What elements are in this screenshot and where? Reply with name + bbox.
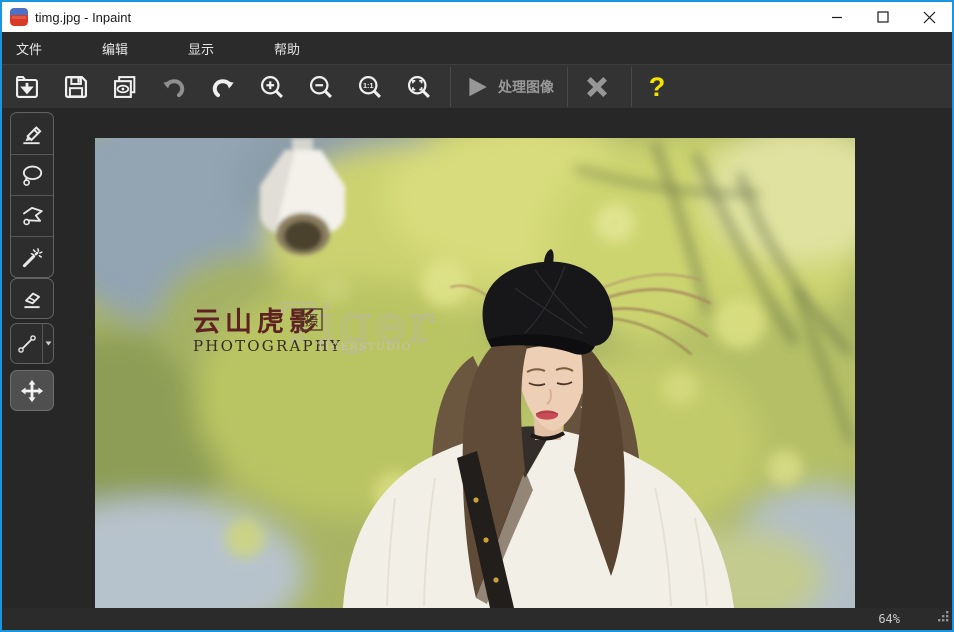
menu-view[interactable]: 显示: [186, 35, 216, 62]
toolbar-separator: [631, 67, 632, 107]
marker-icon: [19, 121, 45, 147]
redo-icon: [208, 72, 238, 102]
compare-view-icon: [111, 73, 139, 101]
magic-wand-tool-button[interactable]: [11, 236, 53, 277]
zoom-in-button[interactable]: [250, 67, 294, 107]
polygonal-lasso-tool-button[interactable]: [11, 195, 53, 236]
titlebar[interactable]: timg.jpg - Inpaint: [2, 2, 952, 32]
eraser-icon: [19, 286, 45, 312]
menubar: 文件 编辑 显示 帮助: [2, 32, 952, 64]
open-file-icon: [13, 73, 41, 101]
menu-file[interactable]: 文件: [14, 35, 44, 62]
actual-size-icon: 1:1: [356, 73, 384, 101]
marker-tool-button[interactable]: [11, 113, 53, 154]
magic-wand-icon: [19, 244, 45, 270]
minimize-icon: [831, 11, 843, 23]
menu-edit[interactable]: 编辑: [100, 35, 130, 62]
clear-selection-button[interactable]: [572, 67, 622, 107]
run-process-icon: [464, 74, 490, 100]
watermark-studio-text: TIGERSTUDIO: [317, 341, 412, 353]
line-tool-button[interactable]: [10, 323, 54, 364]
zoom-out-button[interactable]: [299, 67, 343, 107]
move-tool-button[interactable]: [10, 370, 54, 411]
polygonal-lasso-icon: [19, 203, 45, 229]
redo-button[interactable]: [201, 67, 245, 107]
actual-size-button[interactable]: 1:1: [348, 67, 392, 107]
move-icon: [18, 377, 46, 405]
resize-grip[interactable]: [936, 609, 949, 627]
menu-help[interactable]: 帮助: [272, 35, 302, 62]
app-window: timg.jpg - Inpaint 文件 编辑 显示 帮助: [0, 0, 954, 632]
maximize-button[interactable]: [860, 2, 906, 32]
watermark-stamp-char: 摄: [305, 314, 319, 330]
zoom-out-icon: [307, 73, 335, 101]
photo-image: Tiger 云山虎影 摄 PHOTOGRAPHY TIGERSTUDIO: [95, 138, 855, 608]
undo-icon: [159, 72, 189, 102]
toolbar-separator: [567, 67, 568, 107]
line-icon: [15, 332, 39, 356]
close-button[interactable]: [906, 2, 952, 32]
minimize-button[interactable]: [814, 2, 860, 32]
eraser-tool-button[interactable]: [10, 278, 54, 319]
app-icon: [10, 8, 28, 26]
selection-tool-group: [10, 112, 54, 278]
window-title: timg.jpg - Inpaint: [35, 10, 131, 25]
line-tool-dropdown[interactable]: [42, 324, 53, 363]
statusbar: 64%: [2, 608, 952, 630]
lasso-tool-button[interactable]: [11, 154, 53, 195]
clear-selection-icon: [582, 72, 612, 102]
zoom-in-icon: [258, 73, 286, 101]
chevron-down-icon: [45, 341, 52, 346]
fit-screen-icon: [405, 73, 433, 101]
maximize-icon: [877, 11, 889, 23]
open-file-button[interactable]: [5, 67, 49, 107]
process-image-button[interactable]: 处理图像: [455, 67, 563, 107]
undo-button[interactable]: [152, 67, 196, 107]
compare-view-button[interactable]: [103, 67, 147, 107]
zoom-level-text: 64%: [878, 612, 900, 626]
lasso-icon: [19, 162, 45, 188]
save-button[interactable]: [54, 67, 98, 107]
process-image-label: 处理图像: [498, 77, 554, 97]
watermark-cn-text: 云山虎影: [193, 307, 321, 338]
photo-canvas[interactable]: Tiger 云山虎影 摄 PHOTOGRAPHY TIGERSTUDIO: [95, 138, 855, 608]
resize-grip-icon: [936, 609, 949, 622]
help-button[interactable]: ?: [636, 67, 678, 107]
fit-screen-button[interactable]: [397, 67, 441, 107]
save-icon: [62, 73, 90, 101]
toolbar: 1:1 处理图像 ?: [2, 64, 952, 108]
toolbar-separator: [450, 67, 451, 107]
actual-size-label: 1:1: [363, 81, 373, 90]
close-icon: [923, 11, 936, 24]
